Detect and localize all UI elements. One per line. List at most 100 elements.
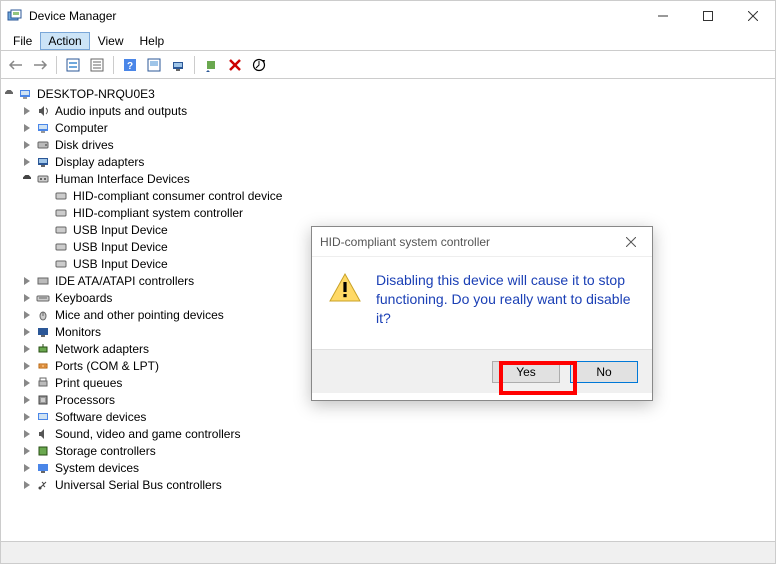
audio-icon xyxy=(35,103,51,119)
expand-icon[interactable] xyxy=(21,122,33,134)
separator xyxy=(113,56,114,74)
help-button[interactable]: ? xyxy=(119,54,141,76)
tree-child[interactable]: HID-compliant consumer control device xyxy=(3,187,773,204)
tree-node-label: System devices xyxy=(55,461,139,475)
expand-icon[interactable] xyxy=(21,326,33,338)
app-icon xyxy=(7,8,23,24)
tree-node[interactable]: Audio inputs and outputs xyxy=(3,102,773,119)
nav-back-button[interactable] xyxy=(5,54,27,76)
processor-icon xyxy=(35,392,51,408)
scan-hardware-button[interactable] xyxy=(143,54,165,76)
tree-node[interactable]: Display adapters xyxy=(3,153,773,170)
expand-icon[interactable] xyxy=(21,462,33,474)
tree-node-label: Display adapters xyxy=(55,155,144,169)
hid-icon xyxy=(35,171,51,187)
expand-icon[interactable] xyxy=(21,105,33,117)
confirm-dialog: HID-compliant system controller Disablin… xyxy=(311,226,653,401)
tree-node-label: Keyboards xyxy=(55,291,112,305)
tree-node-label: Ports (COM & LPT) xyxy=(55,359,159,373)
tree-child-label: USB Input Device xyxy=(73,240,168,254)
expand-icon[interactable] xyxy=(3,88,15,100)
ports-icon xyxy=(35,358,51,374)
uninstall-device-button[interactable] xyxy=(224,54,246,76)
computer-icon xyxy=(35,120,51,136)
tree-node[interactable]: Computer xyxy=(3,119,773,136)
menu-file[interactable]: File xyxy=(5,32,40,50)
disk-icon xyxy=(35,137,51,153)
separator xyxy=(56,56,57,74)
properties-button[interactable] xyxy=(86,54,108,76)
expand-icon[interactable] xyxy=(21,343,33,355)
minimize-button[interactable] xyxy=(640,1,685,31)
tree-node[interactable]: Storage controllers xyxy=(3,442,773,459)
tree-node-label: Print queues xyxy=(55,376,122,390)
tree-root-label: DESKTOP-NRQU0E3 xyxy=(37,87,155,101)
menu-action[interactable]: Action xyxy=(40,32,89,50)
tree-node-label: Network adapters xyxy=(55,342,149,356)
menu-view[interactable]: View xyxy=(90,32,132,50)
tree-node-label: Mice and other pointing devices xyxy=(55,308,224,322)
dialog-titlebar: HID-compliant system controller xyxy=(312,227,652,257)
expand-icon[interactable] xyxy=(21,428,33,440)
usb-device-icon xyxy=(53,256,69,272)
tree-node-hid[interactable]: Human Interface Devices xyxy=(3,170,773,187)
tree-node-label: Human Interface Devices xyxy=(55,172,190,186)
expand-icon[interactable] xyxy=(21,292,33,304)
hid-device-icon xyxy=(53,188,69,204)
usb-device-icon xyxy=(53,239,69,255)
toolbar: ? xyxy=(1,51,775,79)
sound-icon xyxy=(35,426,51,442)
enable-device-button[interactable] xyxy=(200,54,222,76)
expand-icon[interactable] xyxy=(21,360,33,372)
printer-icon xyxy=(35,375,51,391)
update-driver-button[interactable] xyxy=(167,54,189,76)
expand-icon[interactable] xyxy=(21,411,33,423)
usb-device-icon xyxy=(53,222,69,238)
tree-node-label: Monitors xyxy=(55,325,101,339)
expand-icon[interactable] xyxy=(21,309,33,321)
system-icon xyxy=(35,460,51,476)
expand-icon[interactable] xyxy=(21,479,33,491)
tree-node-label: Computer xyxy=(55,121,108,135)
expand-icon[interactable] xyxy=(21,173,33,185)
dialog-footer: Yes No xyxy=(312,349,652,393)
expand-icon[interactable] xyxy=(21,394,33,406)
nav-forward-button[interactable] xyxy=(29,54,51,76)
window-title: Device Manager xyxy=(29,9,640,23)
dialog-close-button[interactable] xyxy=(618,229,644,255)
menu-help[interactable]: Help xyxy=(132,32,173,50)
tree-child[interactable]: HID-compliant system controller xyxy=(3,204,773,221)
tree-node-label: Processors xyxy=(55,393,115,407)
yes-button[interactable]: Yes xyxy=(492,361,560,383)
expand-icon[interactable] xyxy=(21,445,33,457)
scan-for-changes-button[interactable] xyxy=(248,54,270,76)
svg-text:?: ? xyxy=(127,61,133,72)
maximize-button[interactable] xyxy=(685,1,730,31)
tree-node[interactable]: Disk drives xyxy=(3,136,773,153)
display-icon xyxy=(35,154,51,170)
expand-icon[interactable] xyxy=(21,156,33,168)
software-icon xyxy=(35,409,51,425)
expand-icon[interactable] xyxy=(21,377,33,389)
tree-node-label: Universal Serial Bus controllers xyxy=(55,478,222,492)
tree-child-label: HID-compliant consumer control device xyxy=(73,189,282,203)
tree-node[interactable]: Software devices xyxy=(3,408,773,425)
close-button[interactable] xyxy=(730,1,775,31)
storage-icon xyxy=(35,443,51,459)
expand-icon[interactable] xyxy=(21,139,33,151)
show-hide-console-button[interactable] xyxy=(62,54,84,76)
tree-child-label: USB Input Device xyxy=(73,223,168,237)
no-button[interactable]: No xyxy=(570,361,638,383)
computer-icon xyxy=(17,86,33,102)
tree-node[interactable]: System devices xyxy=(3,459,773,476)
tree-node[interactable]: Universal Serial Bus controllers xyxy=(3,476,773,493)
tree-child-label: HID-compliant system controller xyxy=(73,206,243,220)
separator xyxy=(194,56,195,74)
expand-icon[interactable] xyxy=(21,275,33,287)
usb-icon xyxy=(35,477,51,493)
dialog-title: HID-compliant system controller xyxy=(320,235,618,249)
statusbar xyxy=(1,541,775,563)
tree-node-label: Software devices xyxy=(55,410,146,424)
tree-node[interactable]: Sound, video and game controllers xyxy=(3,425,773,442)
tree-root[interactable]: DESKTOP-NRQU0E3 xyxy=(3,85,773,102)
